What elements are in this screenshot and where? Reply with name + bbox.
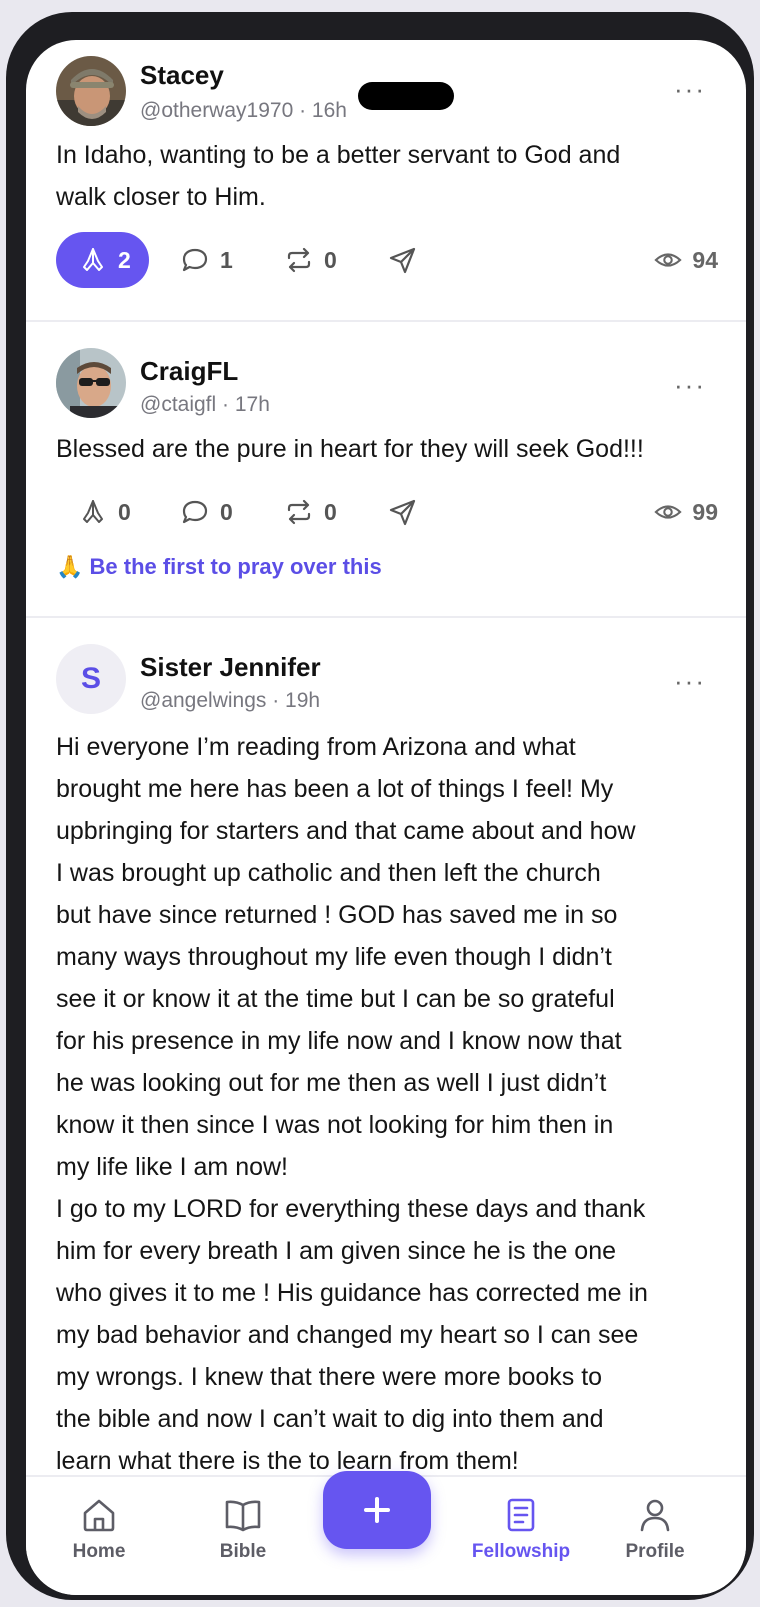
comment-button[interactable]: 1 [180,232,233,288]
post-actions: 0 0 0 99 [56,484,718,540]
praying-hands-icon [83,248,103,271]
bottom-tab-bar: Home Bible Fellowship Profile [26,1471,746,1595]
tab-profile-label: Profile [625,1541,685,1562]
eye-icon [654,253,683,267]
view-count: 99 [654,484,718,540]
post-body: In Idaho, wanting to be a better servant… [56,141,621,211]
comment-count: 1 [220,246,233,273]
comment-icon [182,248,208,272]
camera-notch [358,82,454,110]
user-icon [640,1499,670,1532]
document-icon [507,1498,535,1532]
send-icon [389,247,416,274]
repost-count: 0 [324,498,337,525]
repost-count: 0 [324,246,337,273]
share-button[interactable] [388,232,418,288]
phone-frame: Stacey @otherway1970 · 16h ··· In Idaho,… [6,12,754,1600]
author-name[interactable]: Stacey [140,60,224,91]
views-number: 99 [692,498,718,525]
repost-button[interactable]: 0 [284,484,337,540]
views-number: 94 [692,246,718,273]
praying-hands-icon [83,500,103,523]
eye-icon [654,505,683,519]
avatar[interactable] [56,348,126,418]
view-count: 94 [654,232,718,288]
pray-count: 0 [118,498,131,525]
repost-button[interactable]: 0 [284,232,337,288]
avatar[interactable]: S [56,644,126,714]
more-options-icon[interactable]: ··· [674,74,706,105]
pray-count: 2 [118,246,131,273]
avatar[interactable] [56,56,126,126]
post-body: Blessed are the pure in heart for they w… [56,435,644,463]
tab-home-label: Home [72,1541,126,1562]
plus-icon [364,1497,390,1523]
tab-home[interactable]: Home [44,1495,154,1563]
comment-icon [182,500,208,524]
post-body: Hi everyone I’m reading from Arizona and… [56,733,648,1475]
share-button[interactable] [388,484,418,540]
tab-fellowship[interactable]: Fellowship [456,1495,586,1563]
author-handle-time: @otherway1970 · 16h [140,99,347,122]
create-post-button[interactable] [323,1471,431,1549]
author-name[interactable]: Sister Jennifer [140,652,321,683]
author-name[interactable]: CraigFL [140,356,238,387]
pray-button[interactable]: 0 [56,484,131,540]
author-handle-time: @angelwings · 19h [140,689,321,712]
send-icon [389,499,416,526]
repost-icon [287,499,311,525]
screen: Stacey @otherway1970 · 16h ··· In Idaho,… [26,40,746,1595]
post-actions: 2 1 0 94 [56,232,718,288]
comment-button[interactable]: 0 [180,484,233,540]
post-card: S Sister Jennifer @angelwings · 19h ··· … [26,618,746,1505]
comment-count: 0 [220,498,233,525]
pray-button[interactable]: 2 [56,232,149,288]
post-card: CraigFL @ctaigfl · 17h ··· Blessed are t… [26,322,746,618]
home-icon [83,1499,115,1532]
tab-bible-label: Bible [219,1541,267,1562]
first-to-pray-link[interactable]: 🙏 Be the first to pray over this [56,554,382,580]
book-open-icon [225,1500,261,1532]
author-handle-time: @ctaigfl · 17h [140,393,270,416]
tab-bible[interactable]: Bible [188,1495,298,1563]
tab-profile[interactable]: Profile [600,1495,710,1563]
tab-fellowship-label: Fellowship [471,1541,571,1562]
repost-icon [287,247,311,273]
more-options-icon[interactable]: ··· [674,666,706,697]
fellowship-feed[interactable]: Stacey @otherway1970 · 16h ··· In Idaho,… [26,40,746,1505]
more-options-icon[interactable]: ··· [674,370,706,401]
